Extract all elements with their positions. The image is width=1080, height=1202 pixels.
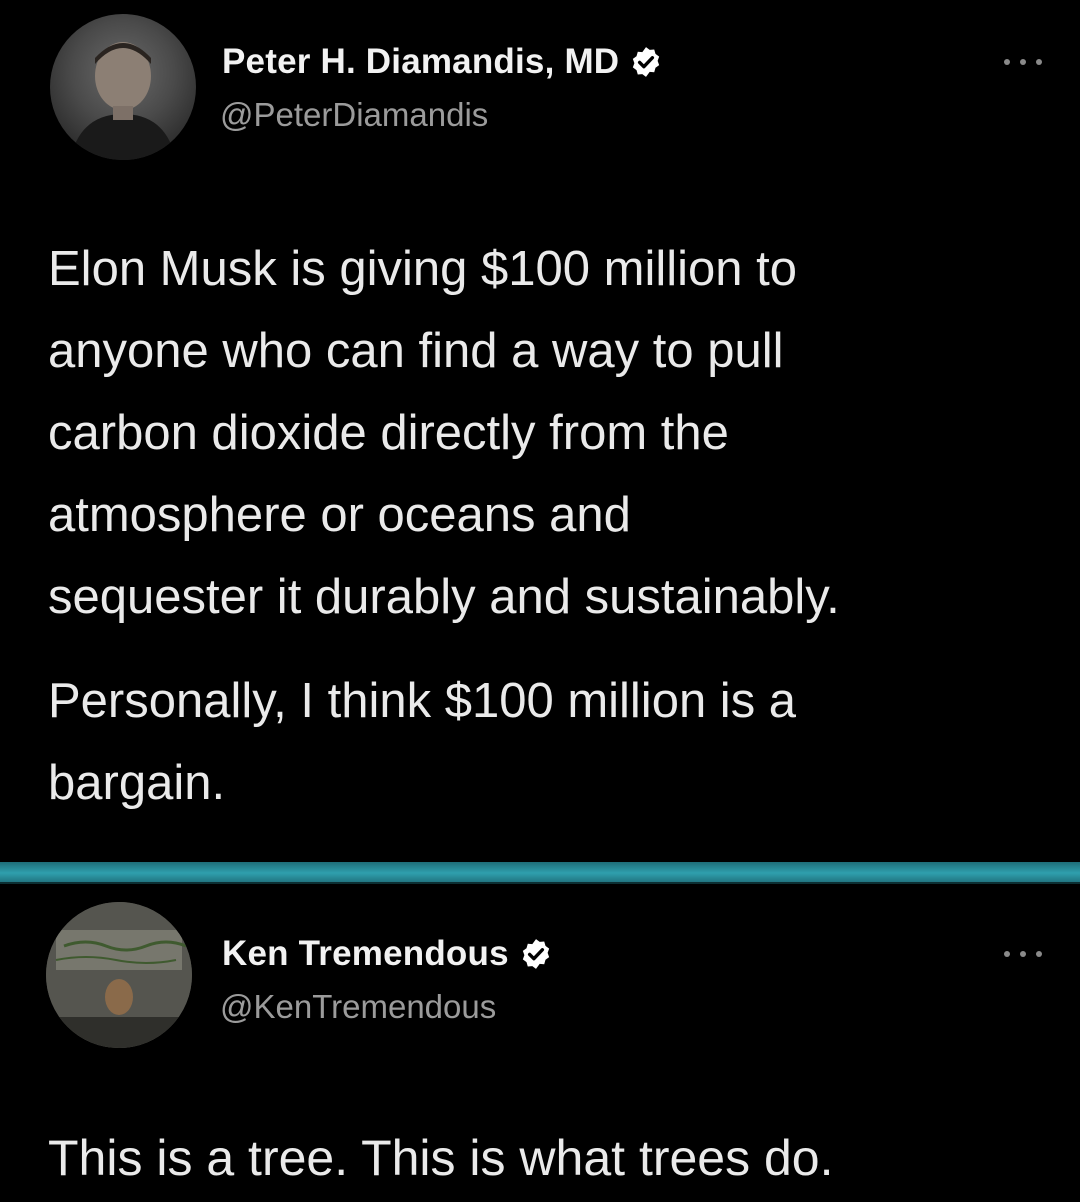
- more-options-icon[interactable]: [1000, 944, 1046, 964]
- tweet-text-paragraph: Personally, I think $100 million is a ba…: [48, 660, 1068, 824]
- tweet-text-line: Personally, I think $100 million is a: [48, 674, 797, 728]
- user-avatar-photo-icon: [46, 902, 192, 1048]
- dot-icon: [1020, 951, 1026, 957]
- dot-icon: [1020, 59, 1026, 65]
- author-name-row: Peter H. Diamandis, MD: [222, 42, 663, 82]
- author-display-name[interactable]: Ken Tremendous: [222, 934, 509, 974]
- tweet-text-line: This is a tree. This is what trees do.: [48, 1130, 834, 1186]
- tweet-text-paragraph: This is a tree. This is what trees do.: [48, 1118, 1068, 1198]
- tweet-divider: [0, 862, 1080, 884]
- dot-icon: [1036, 59, 1042, 65]
- author-handle[interactable]: @KenTremendous: [220, 988, 496, 1026]
- dot-icon: [1004, 951, 1010, 957]
- tweet-text-line: carbon dioxide directly from the: [48, 406, 729, 460]
- dot-icon: [1036, 951, 1042, 957]
- tweet-text-line: atmosphere or oceans and: [48, 488, 631, 542]
- user-avatar-photo-icon: [70, 42, 176, 160]
- tweet-text-line: sequester it durably and sustainably.: [48, 570, 840, 624]
- avatar[interactable]: [50, 14, 196, 160]
- author-name-row: Ken Tremendous: [222, 934, 553, 974]
- tweet-text-line: bargain.: [48, 756, 226, 810]
- author-display-name[interactable]: Peter H. Diamandis, MD: [222, 42, 619, 82]
- dot-icon: [1004, 59, 1010, 65]
- verified-badge-icon: [629, 45, 663, 79]
- tweet-text-paragraph: Elon Musk is giving $100 million to anyo…: [48, 228, 1068, 638]
- tweet-card: Peter H. Diamandis, MD @PeterDiamandis E…: [0, 0, 1080, 862]
- tweet-text-line: anyone who can find a way to pull: [48, 324, 784, 378]
- avatar[interactable]: [46, 902, 192, 1048]
- author-handle[interactable]: @PeterDiamandis: [220, 96, 488, 134]
- tweet-text-line: Elon Musk is giving $100 million to: [48, 242, 797, 296]
- verified-badge-icon: [519, 937, 553, 971]
- more-options-icon[interactable]: [1000, 52, 1046, 72]
